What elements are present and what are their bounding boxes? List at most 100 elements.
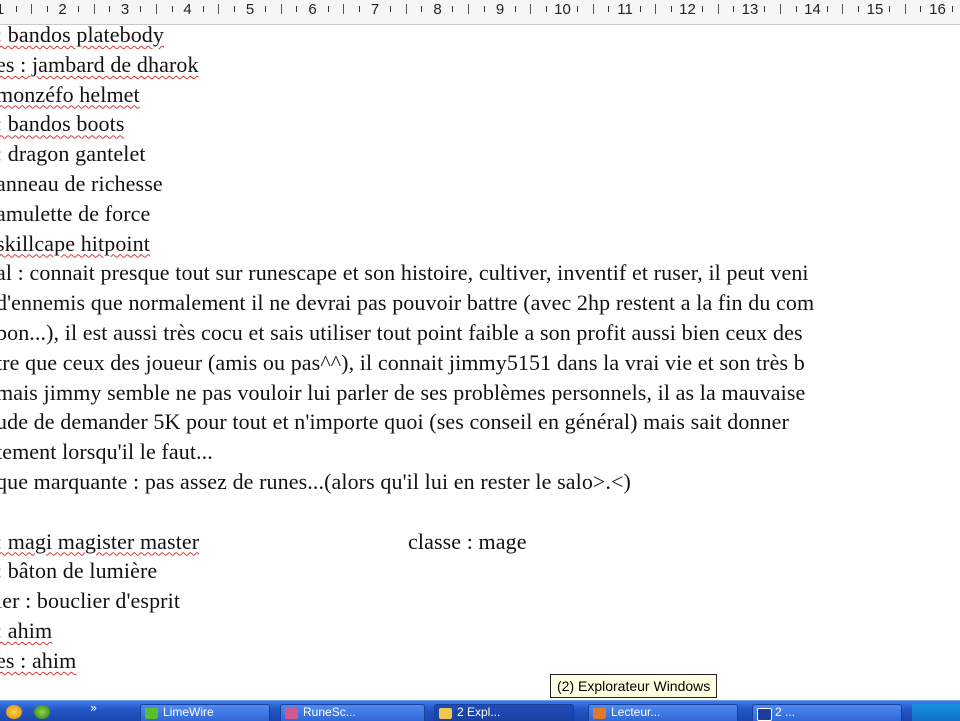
taskbar-label: RuneSc... [303, 705, 356, 719]
document-line-text: : magi magister master [0, 528, 200, 554]
document-line-text: es : ahim [0, 647, 77, 673]
taskbar-label: 2 ... [775, 705, 796, 719]
taskbar-button-media-player[interactable]: Lecteur... [588, 704, 738, 721]
ruler-tick [920, 6, 922, 12]
ruler-tick [904, 4, 906, 14]
taskbar-button-runescape[interactable]: RuneSc... [280, 704, 425, 721]
taskbar-tooltip: (2) Explorateur Windows [550, 674, 718, 698]
system-tray[interactable] [912, 704, 960, 721]
ruler-tick [514, 6, 516, 12]
ruler-tick [452, 6, 454, 12]
document-line-text: ude de demander 5K pour tout et n'import… [0, 409, 789, 435]
ruler-tick [764, 6, 766, 12]
taskbar-button-word[interactable]: 2 ... [752, 704, 902, 721]
document-line: ier : bouclier d'esprit [0, 588, 180, 614]
ruler-number: 15 [866, 1, 884, 18]
ruler-tick [639, 6, 641, 12]
folder-icon [439, 708, 452, 719]
ruler-tick [156, 4, 157, 14]
document-line-text: : bâton de lumière [0, 558, 158, 584]
ruler-tick [15, 6, 17, 12]
ruler-number: 4 [183, 1, 192, 18]
ruler-tick [842, 4, 844, 14]
browser-icon[interactable] [34, 705, 50, 719]
document-line-text: skillcape hitpoint [0, 230, 150, 256]
horizontal-ruler[interactable]: 12345678910111213141516 [0, 0, 960, 25]
ruler-tick [733, 6, 735, 12]
document-line: bon...), il est aussi très cocu et sais … [0, 320, 803, 346]
document-line-text: : bandos platebody [0, 24, 164, 47]
ruler-tick [280, 4, 282, 14]
ruler-tick [46, 6, 48, 12]
document-line: : dragon gantelet [0, 141, 146, 167]
document-page[interactable]: : bandos platebody es : jambard de dharok… [0, 24, 960, 698]
ruler-tick [483, 6, 485, 12]
document-line-text: tre que ceux des joueur (amis ou pas^^),… [0, 349, 805, 375]
document-line: skillcape hitpoint [0, 231, 150, 257]
ruler-tick [795, 6, 797, 12]
ruler-tick [608, 6, 610, 12]
ruler-tick [858, 6, 859, 12]
ruler-tick [31, 4, 33, 14]
chevron-icon[interactable]: » [90, 701, 97, 715]
ruler-tick [592, 4, 594, 14]
ruler-tick [109, 6, 111, 12]
ruler-tick [670, 6, 672, 12]
ruler-tick [171, 6, 173, 12]
ruler-tick [93, 4, 95, 14]
ruler-tick [78, 6, 79, 12]
ruler-number: 3 [120, 1, 130, 18]
ruler-number: 12 [679, 1, 696, 18]
ruler-tick [468, 4, 469, 14]
document-line: al : connait presque tout sur runescape … [0, 260, 809, 286]
ruler-number: 10 [554, 1, 571, 18]
ruler-tick [202, 6, 204, 12]
document-line-class: classe : mage [408, 528, 527, 554]
ruler-tick [530, 4, 532, 14]
document-line-text: d'ennemis que normalement il ne devrai p… [0, 290, 815, 316]
ruler-number: 9 [495, 1, 505, 18]
document-line-text: bon...), il est aussi très cocu et sais … [0, 320, 803, 345]
document-line-text: mais jimmy semble ne pas vouloir lui par… [0, 379, 806, 405]
media-player-icon [593, 708, 606, 719]
taskbar-label: 2 Expl... [457, 705, 501, 719]
ruler-number: 13 [741, 1, 759, 18]
document-line: tement lorsqu'il le faut... [0, 439, 213, 465]
document-line-text: amulette de force [0, 200, 151, 226]
ruler-tick [421, 6, 423, 12]
document-line: : ahim [0, 618, 52, 644]
ruler-tick [390, 6, 391, 12]
document-line: : bandos boots [0, 111, 125, 137]
ruler-number: 7 [370, 1, 380, 18]
document-line: es : ahim [0, 648, 76, 674]
document-line-text: anneau de richesse [0, 171, 163, 196]
document-line-text: : ahim [0, 618, 53, 643]
taskbar-label: Lecteur... [611, 705, 661, 719]
ruler-number: 16 [929, 1, 946, 18]
taskbar-label: LimeWire [163, 705, 214, 719]
document-line: : bâton de lumière [0, 558, 157, 584]
document-line-text: tement lorsqu'il le faut... [0, 439, 213, 465]
ruler-tick [140, 6, 142, 12]
taskbar-button-explorer[interactable]: 2 Expl... [434, 704, 574, 721]
ruler-tick [577, 6, 579, 12]
ruler-number: 8 [433, 1, 442, 18]
ruler-tick [218, 4, 220, 14]
document-line-text: es : jambard de dharok [0, 51, 199, 77]
ruler-number: 14 [804, 1, 821, 18]
quick-launch-icon[interactable] [6, 705, 22, 719]
ruler-tick [826, 6, 828, 12]
document-line: d'ennemis que normalement il ne devrai p… [0, 290, 814, 316]
document-line: tre que ceux des joueur (amis ou pas^^),… [0, 350, 805, 376]
ruler-tick [343, 4, 345, 14]
ruler-tick [889, 6, 891, 12]
document-line: : magi magister master classe : mage [0, 528, 526, 555]
windows-taskbar: » LimeWire RuneSc... 2 Expl... Lecteur..… [0, 700, 960, 721]
document-line-text: que marquante : pas assez de runes...(al… [0, 469, 631, 494]
ruler-tick [265, 6, 267, 12]
document-line: mais jimmy semble ne pas vouloir lui par… [0, 380, 805, 406]
taskbar-button-limewire[interactable]: LimeWire [140, 704, 270, 721]
document-line: ude de demander 5K pour tout et n'import… [0, 409, 789, 435]
ruler-tick [717, 4, 719, 14]
ruler-tick [327, 6, 329, 12]
